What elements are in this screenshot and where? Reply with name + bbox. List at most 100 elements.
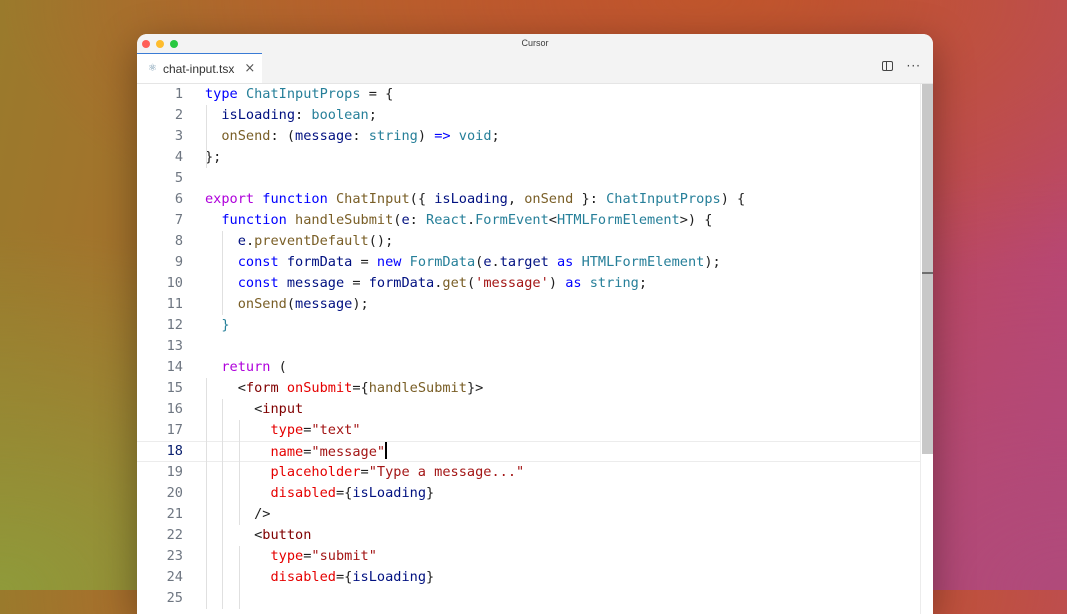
code-token: void bbox=[458, 128, 492, 144]
code-token: "text" bbox=[311, 422, 361, 438]
split-editor-icon[interactable] bbox=[881, 61, 893, 71]
indent-guide bbox=[206, 105, 207, 168]
code-text: type="submit" bbox=[205, 546, 377, 567]
code-token: onSend bbox=[237, 296, 287, 312]
tab-close-icon[interactable]: × bbox=[244, 62, 255, 75]
line-number: 10 bbox=[166, 275, 183, 291]
code-token: ChatInputProps bbox=[606, 191, 721, 207]
code-token: formData bbox=[286, 254, 353, 270]
tab-chat-input[interactable]: ⚛ chat-input.tsx × bbox=[137, 53, 262, 83]
code-line[interactable]: 8 e.preventDefault(); bbox=[137, 231, 921, 252]
title-bar: Cursor bbox=[137, 34, 933, 53]
indent-guide bbox=[238, 420, 240, 525]
code-token: < bbox=[205, 527, 263, 543]
code-line[interactable]: 24 disabled={isLoading} bbox=[137, 567, 921, 588]
code-line[interactable]: 22 <button bbox=[137, 525, 921, 546]
line-number: 20 bbox=[166, 485, 183, 501]
line-number: 17 bbox=[166, 422, 183, 438]
more-actions-icon[interactable]: ··· bbox=[907, 60, 921, 72]
vertical-scrollbar[interactable] bbox=[920, 84, 933, 614]
line-number: 23 bbox=[166, 548, 183, 564]
code-line[interactable]: 16 <input bbox=[137, 399, 921, 420]
code-line[interactable]: 9 const formData = new FormData(e.target… bbox=[137, 252, 921, 273]
line-number: 22 bbox=[166, 527, 183, 543]
code-line[interactable]: 23 type="submit" bbox=[137, 546, 921, 567]
code-line[interactable]: 4}; bbox=[137, 147, 921, 168]
code-token: type bbox=[270, 548, 304, 564]
code-token: message bbox=[295, 296, 353, 312]
code-token: message bbox=[286, 275, 345, 291]
code-token: FormEvent bbox=[475, 212, 549, 228]
code-text: } bbox=[205, 315, 229, 336]
code-token: => bbox=[434, 128, 451, 144]
code-token: button bbox=[262, 527, 312, 543]
code-token: get bbox=[442, 275, 467, 291]
line-number: 13 bbox=[166, 338, 183, 354]
code-token: type bbox=[270, 422, 304, 438]
code-token: disabled bbox=[270, 485, 336, 501]
code-token: ); bbox=[352, 296, 369, 312]
code-line[interactable]: 6 export function ChatInput({ isLoading, … bbox=[137, 189, 921, 210]
code-line[interactable]: 21 /> bbox=[137, 504, 921, 525]
code-token: target bbox=[499, 254, 549, 270]
code-token: string bbox=[368, 128, 418, 144]
line-number: 11 bbox=[166, 296, 183, 312]
code-line[interactable]: 19 placeholder="Type a message..." bbox=[137, 462, 921, 483]
line-number: 14 bbox=[166, 359, 183, 375]
code-line[interactable]: 7 function handleSubmit(e: React.FormEve… bbox=[137, 210, 921, 231]
code-token: ( bbox=[286, 296, 296, 312]
code-token: = bbox=[360, 464, 369, 480]
code-token: < bbox=[205, 380, 246, 396]
scrollbar-thumb[interactable] bbox=[922, 84, 933, 454]
code-editor[interactable]: 1 type ChatInputProps = {2 isLoading: boo… bbox=[137, 84, 933, 614]
line-number: 7 bbox=[174, 212, 183, 228]
code-line[interactable]: 5 bbox=[137, 168, 921, 189]
code-token: form bbox=[245, 380, 279, 396]
code-token: = { bbox=[360, 86, 394, 102]
code-line[interactable]: 20 disabled={isLoading} bbox=[137, 483, 921, 504]
code-token: input bbox=[262, 401, 304, 417]
code-line[interactable]: 11 onSend(message); bbox=[137, 294, 921, 315]
code-token: as bbox=[557, 254, 574, 270]
code-token: ; bbox=[638, 275, 648, 291]
tab-bar: ⚛ chat-input.tsx × ··· bbox=[137, 53, 933, 84]
code-token: export bbox=[205, 191, 255, 207]
code-text: type ChatInputProps = { bbox=[205, 84, 393, 105]
code-token: : ( bbox=[270, 128, 296, 144]
code-token: e bbox=[401, 212, 410, 228]
line-number: 15 bbox=[166, 380, 183, 396]
code-line[interactable]: 18 name="message" bbox=[137, 441, 921, 462]
code-line[interactable]: 14 return ( bbox=[137, 357, 921, 378]
code-line[interactable]: 13 bbox=[137, 336, 921, 357]
code-token: "submit" bbox=[311, 548, 377, 564]
code-token: }; bbox=[205, 149, 222, 165]
code-line[interactable]: 17 type="text" bbox=[137, 420, 921, 441]
code-line[interactable]: 1 type ChatInputProps = { bbox=[137, 84, 921, 105]
code-token: string bbox=[589, 275, 639, 291]
code-token: "message" bbox=[311, 444, 386, 460]
code-line[interactable]: 2 isLoading: boolean; bbox=[137, 105, 921, 126]
code-line[interactable]: 3 onSend: (message: string) => void; bbox=[137, 126, 921, 147]
code-line[interactable]: 25 bbox=[137, 588, 921, 609]
code-token: disabled bbox=[270, 569, 336, 585]
code-token: ) { bbox=[720, 191, 746, 207]
code-text: placeholder="Type a message..." bbox=[205, 462, 524, 483]
code-line[interactable]: 12 } bbox=[137, 315, 921, 336]
line-number: 25 bbox=[166, 590, 183, 606]
code-token: ({ bbox=[409, 191, 435, 207]
code-line[interactable]: 15 <form onSubmit={handleSubmit}> bbox=[137, 378, 921, 399]
code-line[interactable]: 10 const message = formData.get('message… bbox=[137, 273, 921, 294]
code-text: }; bbox=[205, 147, 221, 168]
line-number: 4 bbox=[174, 149, 183, 165]
code-token: isLoading bbox=[221, 107, 296, 123]
